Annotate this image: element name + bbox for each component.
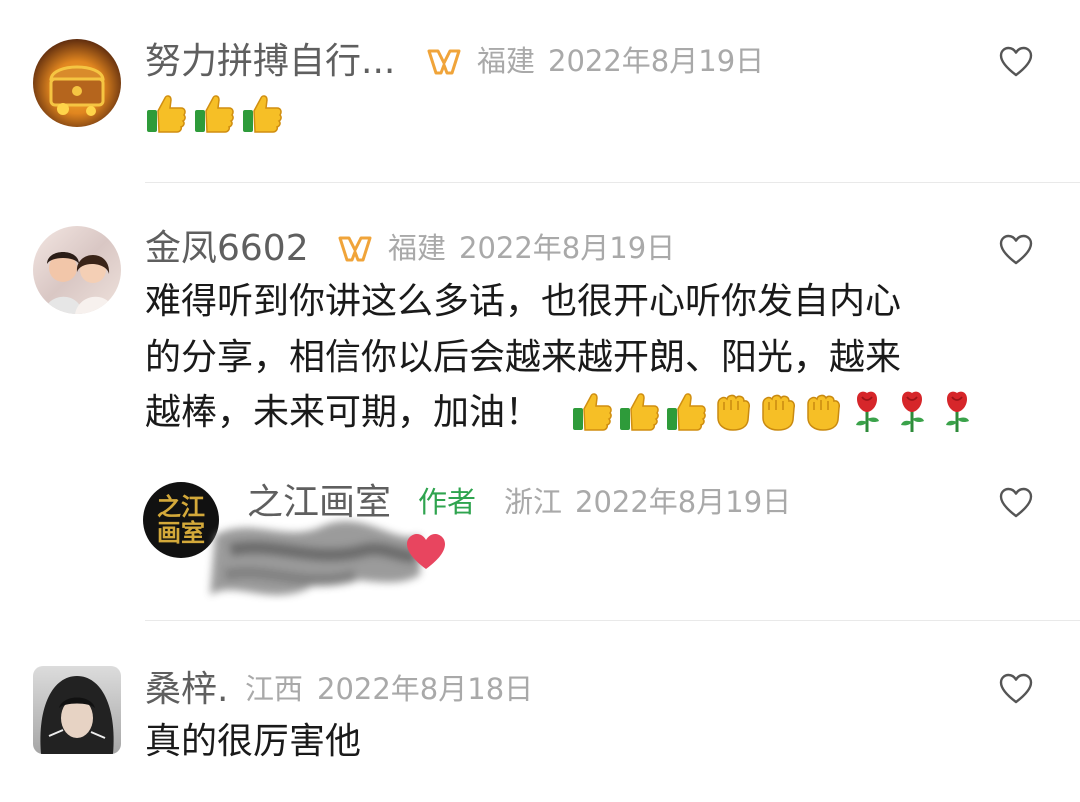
comment-text-line: 越棒，未来可期，加油！ (145, 392, 542, 433)
thumbs-up-icon (618, 390, 660, 432)
comment-text: 真的很厉害他 (145, 721, 362, 762)
thumbs-up-icon (665, 390, 707, 432)
treasure-chest-icon (49, 65, 105, 116)
rose-icon (847, 389, 887, 433)
comment-date: 2022年8月19日 (575, 485, 792, 519)
rose-icon (892, 389, 932, 433)
vip-badge-icon (426, 47, 462, 77)
thumbs-up-icon (241, 92, 283, 134)
emoji-row (145, 92, 283, 134)
emoji-row (571, 389, 977, 433)
like-heart-icon[interactable] (999, 487, 1033, 519)
profile-photo-icon (40, 676, 114, 754)
comment-text-line: 难得听到你讲这么多话，也很开心听你发自内心 (145, 281, 902, 322)
comment-location: 江西 (245, 672, 304, 706)
fist-icon (802, 390, 842, 432)
rose-icon (937, 389, 977, 433)
avatar[interactable] (33, 666, 121, 754)
comment-text-line: 的分享，相信你以后会越来越开朗、阳光，越来 (145, 337, 902, 378)
divider (145, 620, 1080, 621)
like-heart-icon[interactable] (999, 46, 1033, 78)
avatar[interactable] (33, 226, 121, 314)
heart-emoji-icon (407, 534, 445, 569)
divider (145, 182, 1080, 183)
comment-username[interactable]: 桑梓. (145, 672, 228, 708)
comment-date: 2022年8月19日 (548, 44, 765, 78)
like-heart-icon[interactable] (999, 673, 1033, 705)
like-heart-icon[interactable] (999, 234, 1033, 266)
comment-username[interactable]: 金凤6602 (145, 231, 309, 267)
comment-location: 福建 (388, 231, 447, 265)
fist-icon (712, 390, 752, 432)
thumbs-up-icon (571, 390, 613, 432)
vip-badge-icon (337, 234, 373, 264)
profile-photo-icon (43, 252, 115, 314)
thumbs-up-icon (145, 92, 187, 134)
comment-location: 浙江 (504, 485, 563, 519)
comment-username[interactable]: 努力拼搏自行... (145, 44, 395, 80)
avatar[interactable] (33, 39, 121, 127)
thumbs-up-icon (193, 92, 235, 134)
comment-date: 2022年8月19日 (459, 231, 676, 265)
redacted-scribble (210, 521, 420, 595)
fist-icon (757, 390, 797, 432)
comment-date: 2022年8月18日 (317, 672, 534, 706)
comment-location: 福建 (477, 44, 536, 78)
